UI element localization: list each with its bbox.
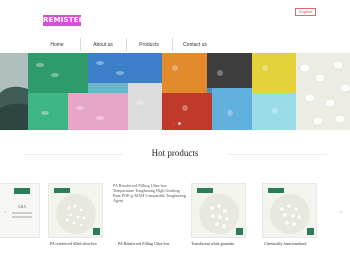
nav-item-home[interactable]: Home: [34, 36, 80, 53]
slide-dot-active[interactable]: [172, 122, 175, 125]
product-card[interactable]: Translucent white granules: [191, 183, 246, 246]
product-caption[interactable]: Chemically functionalized: [264, 241, 306, 246]
product-card[interactable]: PA reinforced filled ultra-low: [48, 183, 103, 246]
product-image: [191, 183, 246, 238]
nav-item-about[interactable]: About us: [80, 36, 126, 53]
hero-banner[interactable]: [0, 53, 350, 130]
slide-dot[interactable]: [178, 122, 181, 125]
banner-image: [0, 53, 350, 130]
site-header: REMISTER English Home About us Products …: [0, 0, 350, 52]
language-button[interactable]: English: [295, 8, 316, 16]
nav-item-products[interactable]: Products: [126, 36, 172, 53]
carousel-next-icon[interactable]: ›: [340, 208, 342, 216]
main-nav: Home About us Products Contact us: [34, 36, 218, 53]
site-logo[interactable]: REMISTER: [43, 15, 84, 26]
hot-products-title: Hot products: [151, 148, 199, 158]
product-caption[interactable]: Translucent white granules: [191, 241, 234, 246]
product-caption[interactable]: PA Reinforced Filling Ultra-low: [118, 241, 170, 246]
broken-image-alt: PA Reinforced Filling Ultra-low Temperat…: [113, 183, 186, 203]
title-divider-right: [227, 154, 327, 155]
nav-item-contact[interactable]: Contact us: [172, 36, 218, 53]
product-image: [48, 183, 103, 238]
product-image: [262, 183, 317, 238]
carousel-prev-icon[interactable]: ‹: [4, 208, 6, 216]
product-caption[interactable]: PA reinforced filled ultra-low: [50, 241, 97, 246]
product-image-label: GRA: [18, 204, 27, 209]
product-card-broken[interactable]: PA Reinforced Filling Ultra-low Temperat…: [113, 183, 188, 238]
product-card[interactable]: Chemically functionalized: [262, 183, 317, 246]
